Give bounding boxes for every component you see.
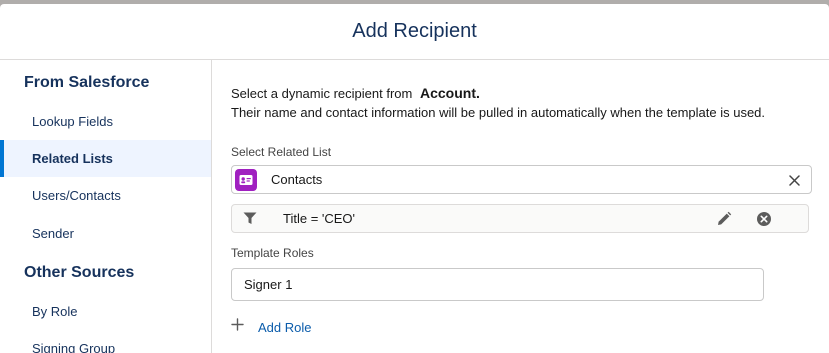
template-roles-label: Template Roles [231,246,314,260]
sidebar-item-label: Sender [32,226,74,241]
add-role-label: Add Role [258,319,312,335]
filter-text: Title = 'CEO' [283,211,356,226]
remove-circle-icon[interactable] [756,211,772,227]
modal-body: From Salesforce Lookup Fields Related Li… [0,60,829,353]
clear-icon[interactable] [785,171,803,189]
section-heading-other-sources: Other Sources [24,264,135,281]
modal-title: Add Recipient [352,20,477,42]
related-list-value: Contacts [271,172,323,187]
section-heading-from-salesforce: From Salesforce [24,74,150,91]
plus-icon [231,318,244,336]
sidebar-item-by-role[interactable]: By Role [0,293,211,330]
sidebar-item-label: By Role [32,304,78,319]
recipient-source-sidebar: From Salesforce Lookup Fields Related Li… [0,60,212,353]
sidebar-item-label: Lookup Fields [32,114,113,129]
edit-pencil-icon[interactable] [716,211,732,227]
add-role-button[interactable]: Add Role [231,318,311,336]
intro-text: Select a dynamic recipient from Account.… [231,84,765,122]
sidebar-item-sender[interactable]: Sender [0,215,211,252]
sidebar-item-lookup-fields[interactable]: Lookup Fields [0,103,211,140]
add-recipient-modal: Add Recipient From Salesforce Lookup Fie… [0,4,829,353]
sidebar-item-signing-group[interactable]: Signing Group [0,330,211,353]
sidebar-item-label: Signing Group [32,341,116,353]
sidebar-item-users-contacts[interactable]: Users/Contacts [0,177,211,214]
filter-criteria-row: Title = 'CEO' [231,204,809,233]
related-list-label: Select Related List [231,145,332,159]
sidebar-item-label: Related Lists [32,151,113,166]
template-role-input[interactable] [231,268,764,301]
contact-card-icon [235,168,257,191]
related-list-selection[interactable]: Contacts [231,165,812,194]
related-list-panel: Select a dynamic recipient from Account.… [212,60,829,353]
modal-header: Add Recipient [0,4,829,60]
sidebar-item-label: Users/Contacts [32,188,121,203]
sidebar-item-related-lists[interactable]: Related Lists [0,140,211,177]
intro-line-2: Their name and contact information will … [231,105,766,120]
intro-object-name: Account. [419,85,480,101]
filter-icon [242,211,258,227]
intro-prefix: Select a dynamic recipient from [231,86,413,101]
